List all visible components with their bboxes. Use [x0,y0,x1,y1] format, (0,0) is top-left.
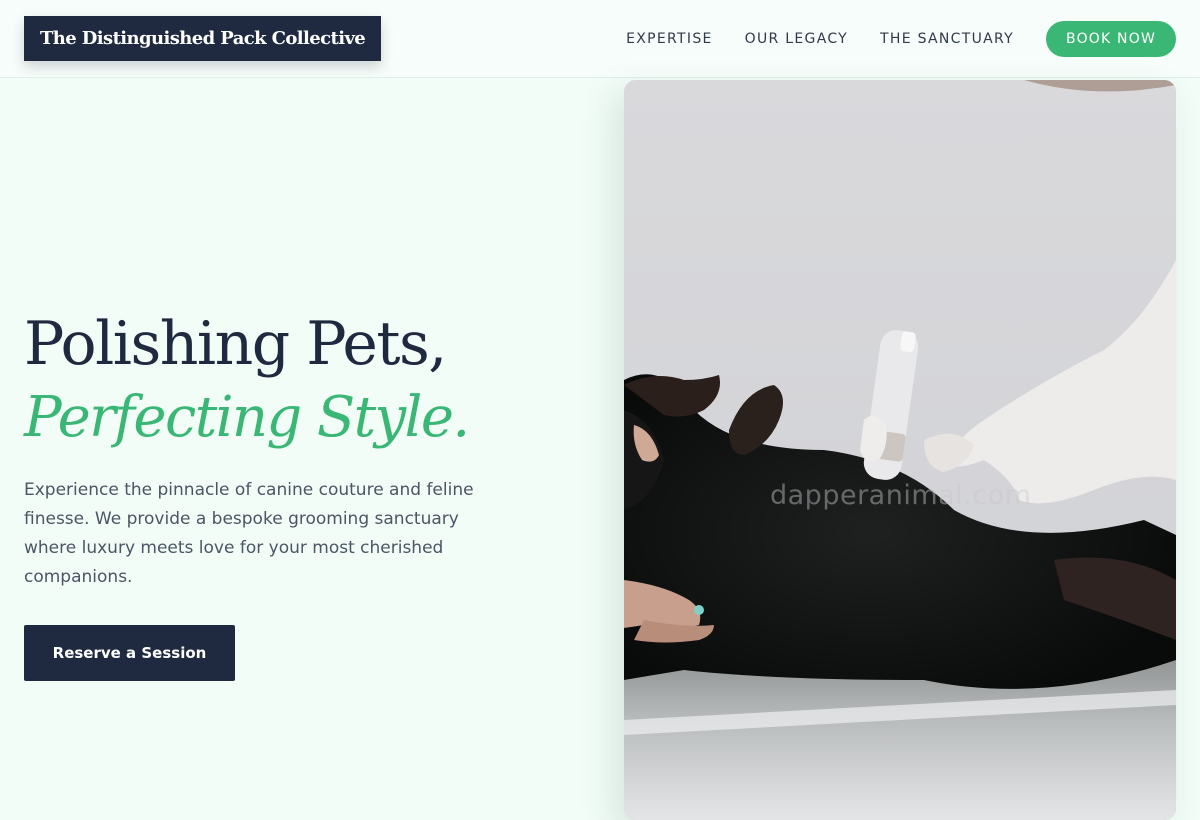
brand-logo[interactable]: The Distinguished Pack Collective [24,16,382,61]
watermark-text: dapperanimal.com [770,480,1032,511]
nav-link-the-sanctuary[interactable]: THE SANCTUARY [880,31,1014,47]
hero-title: Polishing Pets, [24,309,447,379]
book-now-button[interactable]: BOOK NOW [1046,21,1176,57]
site-header: The Distinguished Pack Collective EXPERT… [0,0,1200,78]
reserve-session-button[interactable]: Reserve a Session [24,625,235,681]
nav-link-expertise[interactable]: EXPERTISE [626,31,713,47]
hero-photo: dapperanimal.com [624,80,1176,820]
hero-accent-title: Perfecting Style. [24,385,470,450]
grooming-photo-illustration [624,80,1176,820]
hero-description: Experience the pinnacle of canine coutur… [24,480,474,587]
nav-link-our-legacy[interactable]: OUR LEGACY [745,31,848,47]
main-nav: EXPERTISE OUR LEGACY THE SANCTUARY BOOK … [626,21,1176,57]
